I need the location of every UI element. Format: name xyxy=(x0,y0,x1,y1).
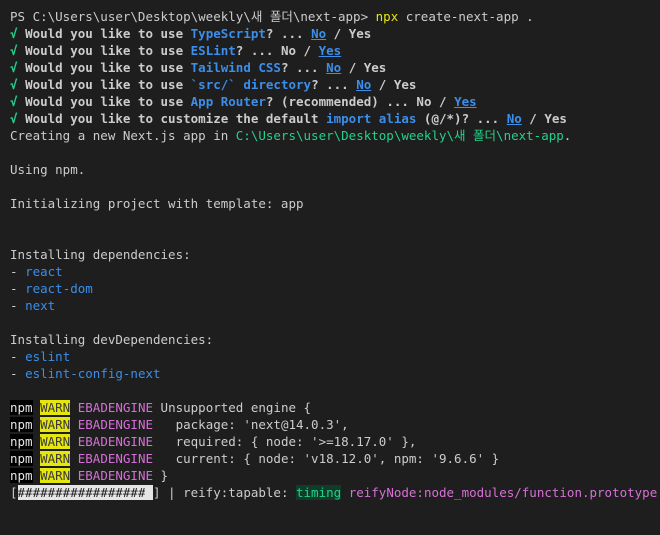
project-path: C:\Users\user\Desktop\weekly\새 폴더\next-a… xyxy=(235,128,564,143)
question-eslint: √ Would you like to use ESLint? ... No /… xyxy=(10,43,342,58)
question-app-router: √ Would you like to use App Router? (rec… xyxy=(10,94,477,109)
warn-badge: WARN xyxy=(40,400,71,415)
warn-line: npm WARN EBADENGINE current: { node: 'v1… xyxy=(10,451,500,466)
dependency-item: - react xyxy=(10,264,63,279)
prompt-line: PS C:\Users\user\Desktop\weekly\새 폴더\nex… xyxy=(10,8,660,25)
check-icon: √ xyxy=(10,111,18,126)
warn-badge: WARN xyxy=(40,434,71,449)
question-term: App Router xyxy=(190,94,266,109)
terminal-output[interactable]: PS C:\Users\user\Desktop\weekly\새 폴더\nex… xyxy=(0,0,660,535)
warn-line: npm WARN EBADENGINE } xyxy=(10,468,169,483)
question-typescript: √ Would you like to use TypeScript? ... … xyxy=(10,26,372,41)
npm-tag: npm xyxy=(10,400,33,415)
answer-option: No xyxy=(416,94,432,109)
dev-dependency-item: - eslint-config-next xyxy=(10,366,161,381)
dev-dependency-item: - eslint xyxy=(10,349,71,364)
answer-option: Yes xyxy=(348,26,372,41)
progress-line: [################# ] | reify:tapable: ti… xyxy=(10,484,660,501)
dev-dependencies-header: Installing devDependencies: xyxy=(10,332,214,347)
question-tailwind: √ Would you like to use Tailwind CSS? ..… xyxy=(10,60,387,75)
question-term: `src/` directory xyxy=(190,77,312,92)
progress-cursor xyxy=(145,485,153,500)
answer-selected: Yes xyxy=(318,43,342,58)
warn-code: EBADENGINE xyxy=(77,417,154,432)
using-npm-line: Using npm. xyxy=(10,162,86,177)
check-icon: √ xyxy=(10,43,18,58)
warn-badge: WARN xyxy=(40,468,71,483)
check-icon: √ xyxy=(10,60,18,75)
warn-line: npm WARN EBADENGINE package: 'next@14.0.… xyxy=(10,417,349,432)
progress-bar-fill: ################# xyxy=(17,485,146,500)
prompt-path: PS C:\Users\user\Desktop\weekly\새 폴더\nex… xyxy=(10,9,369,24)
creating-app-line: Creating a new Next.js app in C:\Users\u… xyxy=(10,128,572,143)
question-term: import alias xyxy=(326,111,417,126)
dependency-item: - react-dom xyxy=(10,281,93,296)
npm-tag: npm xyxy=(10,434,33,449)
question-import-alias: √ Would you like to customize the defaul… xyxy=(10,111,567,126)
question-term: TypeScript xyxy=(190,26,266,41)
warn-code: EBADENGINE xyxy=(77,400,154,415)
question-src-directory: √ Would you like to use `src/` directory… xyxy=(10,77,417,92)
check-icon: √ xyxy=(10,94,18,109)
command-name: npx xyxy=(375,9,399,24)
check-icon: √ xyxy=(10,26,18,41)
answer-option: No xyxy=(280,43,297,58)
answer-selected: No xyxy=(356,77,372,92)
question-term: ESLint xyxy=(190,43,236,58)
answer-option: Yes xyxy=(544,111,567,126)
progress-stage: reify:tapable: xyxy=(183,485,289,500)
npm-tag: npm xyxy=(10,451,33,466)
timing-badge: timing xyxy=(296,485,342,500)
answer-selected: No xyxy=(326,60,342,75)
initializing-line: Initializing project with template: app xyxy=(10,196,304,211)
npm-tag: npm xyxy=(10,468,33,483)
answer-option: Yes xyxy=(363,60,387,75)
answer-selected: No xyxy=(311,26,327,41)
warn-line: npm WARN EBADENGINE required: { node: '>… xyxy=(10,434,417,449)
warn-badge: WARN xyxy=(40,451,71,466)
progress-detail: reifyNode:node_modules/function.prototyp… xyxy=(348,485,660,500)
check-icon: √ xyxy=(10,77,18,92)
dependency-item: - next xyxy=(10,298,56,313)
warn-code: EBADENGINE xyxy=(77,434,154,449)
answer-selected: No xyxy=(506,111,522,126)
warn-badge: WARN xyxy=(40,417,71,432)
dependencies-header: Installing dependencies: xyxy=(10,247,191,262)
warn-line: npm WARN EBADENGINE Unsupported engine { xyxy=(10,400,312,415)
warn-code: EBADENGINE xyxy=(77,468,154,483)
question-term: Tailwind CSS xyxy=(190,60,281,75)
warn-code: EBADENGINE xyxy=(77,451,154,466)
answer-option: Yes xyxy=(393,77,417,92)
command-args: create-next-app . xyxy=(405,9,534,24)
answer-selected: Yes xyxy=(454,94,477,109)
npm-tag: npm xyxy=(10,417,33,432)
